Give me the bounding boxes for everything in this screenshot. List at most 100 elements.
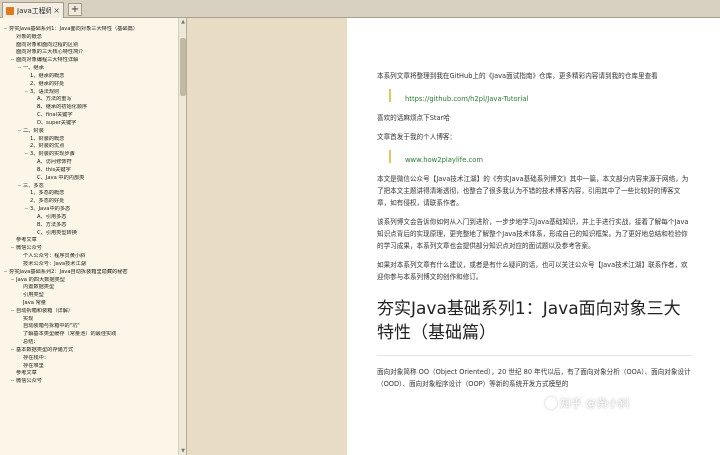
- outline-item[interactable]: C、引用类型转换: [2, 230, 178, 238]
- outline-item[interactable]: 了解基本类型缓存（常量池）的最佳实践: [2, 331, 178, 339]
- outline-item-label: C、引用类型转换: [37, 229, 77, 236]
- outline-item[interactable]: C、final关键字: [2, 112, 178, 120]
- outline-item[interactable]: 存在栈中：: [2, 355, 178, 363]
- document-tab[interactable]: Java工程师… ×: [2, 2, 64, 18]
- repo-link[interactable]: https://github.com/h2pl/Java-Tutorial: [405, 95, 528, 103]
- scroll-down-icon[interactable]: ▼: [179, 448, 186, 454]
- collapse-toggle-icon[interactable]: −: [9, 378, 16, 386]
- outline-item[interactable]: 总结：: [2, 339, 178, 347]
- outline-item[interactable]: − 自动拆箱和装箱（详解）: [2, 308, 178, 316]
- outline-item-label: 个人公众号：程序员黄小斜: [23, 253, 86, 260]
- outline-item[interactable]: D、super关键字: [2, 120, 178, 128]
- collapse-toggle-icon[interactable]: −: [9, 57, 16, 65]
- collapse-toggle-icon[interactable]: −: [23, 89, 30, 97]
- outline-item[interactable]: − Java 的四大数据类型: [2, 277, 178, 285]
- collapse-toggle-icon[interactable]: −: [9, 347, 16, 355]
- outline-item[interactable]: 2、继承的好处: [2, 81, 178, 89]
- outline-item-label: C、Java 中的内部类: [37, 174, 85, 181]
- outline-item-label: 1、封装的概念: [30, 135, 65, 142]
- outline-item[interactable]: 1、继承的概念: [2, 73, 178, 81]
- close-icon[interactable]: ×: [53, 6, 60, 15]
- paragraph-1: 本文是微信公众号【Java技术江湖】的《夯实Java基础系列博文》其中一篇，本文…: [377, 175, 689, 207]
- outline-item[interactable]: − 夯实Java基础系列2：Java自动拆装箱里隐藏的秘密: [2, 269, 178, 277]
- outline-item-label: Java 常量: [23, 299, 46, 306]
- outline-item[interactable]: 内置数据类型: [2, 284, 178, 292]
- outline-item[interactable]: − 一、继承: [2, 65, 178, 73]
- scroll-up-icon[interactable]: ▲: [179, 19, 186, 25]
- outline-item[interactable]: 自动装箱与拆箱中的"坑": [2, 323, 178, 331]
- outline-item-label: 总结：: [23, 339, 39, 346]
- outline-item[interactable]: A、引用多态: [2, 214, 178, 222]
- outline-item[interactable]: 面向对象和面向过程的区别: [2, 42, 178, 50]
- outline-item-label: A、方法的重写: [37, 96, 72, 103]
- outline-item[interactable]: −3、Java中的多态: [2, 206, 178, 214]
- outline-item-label: A、引用多态: [37, 213, 67, 220]
- collapse-toggle-icon[interactable]: −: [9, 245, 16, 253]
- outline-item-label: 二、封装: [23, 127, 44, 134]
- collapse-toggle-icon[interactable]: −: [16, 65, 23, 73]
- outline-item[interactable]: −3、语法规则: [2, 89, 178, 97]
- outline-item[interactable]: 实现: [2, 316, 178, 324]
- outline-item-label: 存在堆里: [23, 362, 44, 369]
- outline-item[interactable]: 参考文章: [2, 370, 178, 378]
- outline-item[interactable]: 1、封装的概念: [2, 136, 178, 144]
- outline-item-label: 面向对象的三大核心特性简介: [16, 49, 84, 56]
- outline-item[interactable]: − 夯实Java基础系列1：Java面向对象三大特性（基础篇）: [2, 26, 178, 34]
- outline-item[interactable]: 2、封装的优点: [2, 143, 178, 151]
- outline-item-label: 1、继承的概念: [30, 72, 65, 79]
- outline-item[interactable]: − 面向对象编程三大特性详解: [2, 57, 178, 65]
- blog-quote: www.how2playlife.com: [389, 150, 692, 164]
- paragraph-2: 该系列博文会告诉你如何从入门到进阶，一步步地学习Java基础知识，并上手进行实战…: [377, 218, 689, 250]
- outline-item-label: 了解基本类型缓存（常量池）的最佳实践: [23, 331, 117, 338]
- outline-item[interactable]: − 三、多态: [2, 183, 178, 191]
- collapse-toggle-icon[interactable]: −: [2, 26, 9, 34]
- outline-item-label: 实现: [23, 315, 34, 322]
- outline-item[interactable]: 参考文章: [2, 237, 178, 245]
- outline-item[interactable]: 技术公众号：Java技术江湖: [2, 261, 178, 269]
- outline-item[interactable]: − 微信公众号: [2, 378, 178, 386]
- outline-item-label: B、this关键字: [37, 166, 71, 173]
- collapse-toggle-icon[interactable]: −: [9, 277, 16, 285]
- blog-link[interactable]: www.how2playlife.com: [405, 156, 483, 164]
- sidebar-scrollbar[interactable]: ▲ ▼: [178, 18, 186, 455]
- collapse-toggle-icon[interactable]: −: [9, 308, 16, 316]
- outline-item-label: 技术公众号：Java技术江湖: [23, 260, 86, 267]
- outline-item-label: B、方法多态: [37, 221, 67, 228]
- collapse-toggle-icon[interactable]: −: [2, 269, 9, 277]
- outline-item[interactable]: − 二、封装: [2, 128, 178, 136]
- outline-item[interactable]: 1、多态的概念: [2, 190, 178, 198]
- outline-item[interactable]: 个人公众号：程序员黄小斜: [2, 253, 178, 261]
- outline-item[interactable]: B、方法多态: [2, 222, 178, 230]
- document-page: 本系列文章将整理到我在GitHub上的《Java面试指南》仓库，更多精彩内容请到…: [347, 18, 720, 455]
- outline-item[interactable]: C、Java 中的内部类: [2, 175, 178, 183]
- collapse-toggle-icon[interactable]: −: [23, 151, 30, 159]
- watermark: 知乎 @黄小斜: [545, 395, 630, 411]
- outline-item[interactable]: A、方法的重写: [2, 96, 178, 104]
- outline-item[interactable]: − 基本数据类型的存储方式: [2, 347, 178, 355]
- outline-item-label: B、继承的初始化顺序: [37, 104, 88, 111]
- outline-item[interactable]: 2、多态的好处: [2, 198, 178, 206]
- outline-item[interactable]: A、访问修饰符: [2, 159, 178, 167]
- collapse-toggle-icon[interactable]: −: [16, 128, 23, 136]
- outline-item-label: 微信公众号: [16, 378, 42, 385]
- outline-item-label: 一、继承: [23, 65, 44, 72]
- outline-item[interactable]: 存在堆里: [2, 363, 178, 371]
- outline-item-label: 引用类型: [23, 292, 44, 299]
- collapse-toggle-icon[interactable]: −: [23, 206, 30, 214]
- outline-item-label: 对象的概念: [16, 33, 42, 40]
- outline-item[interactable]: 引用类型: [2, 292, 178, 300]
- collapse-toggle-icon[interactable]: −: [16, 183, 23, 191]
- outline-item[interactable]: Java 常量: [2, 300, 178, 308]
- outline-item[interactable]: 面向对象的三大核心特性简介: [2, 49, 178, 57]
- outline-item[interactable]: B、this关键字: [2, 167, 178, 175]
- outline-item[interactable]: −3、封装的实现步骤: [2, 151, 178, 159]
- outline-item[interactable]: 对象的概念: [2, 34, 178, 42]
- tab-title: Java工程师…: [17, 6, 52, 15]
- star-text: 喜欢的话麻烦点下Star哈: [377, 114, 450, 122]
- outline-item[interactable]: B、继承的初始化顺序: [2, 104, 178, 112]
- outline-item[interactable]: − 微信公众号: [2, 245, 178, 253]
- scrollbar-thumb[interactable]: [180, 38, 186, 96]
- paragraph-3: 如果对本系列文章有什么建议，或者是有什么疑问的话，也可以关注公众号【Java技术…: [377, 261, 688, 281]
- new-tab-button[interactable]: +: [68, 3, 82, 16]
- watermark-text: 知乎 @黄小斜: [560, 397, 630, 410]
